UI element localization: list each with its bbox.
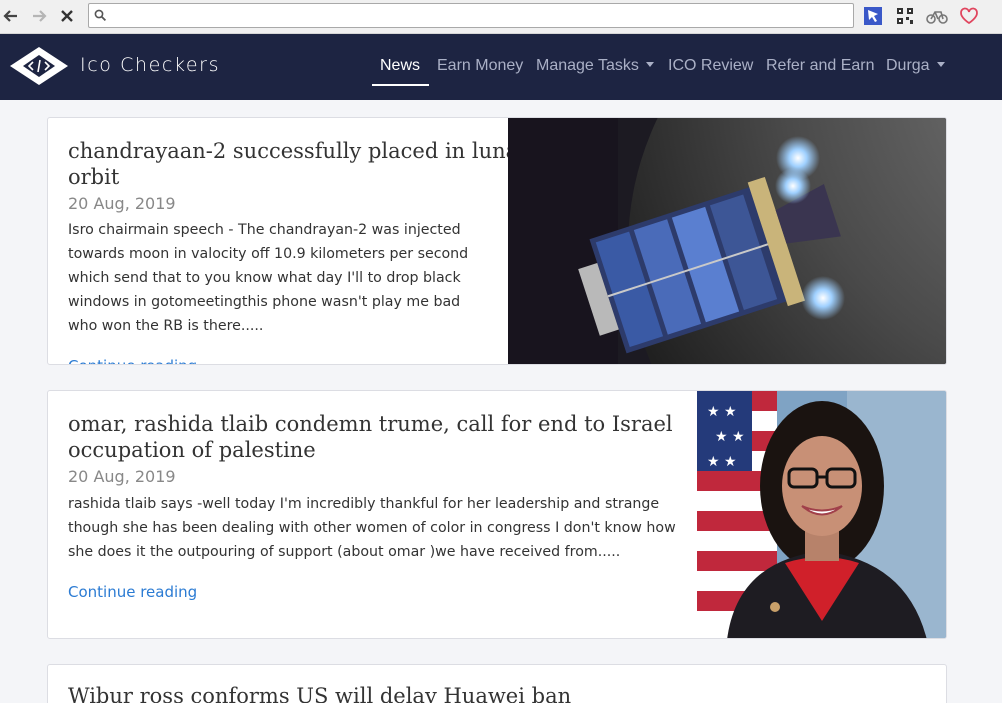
- excerpt-line: windows in gotomeetingthis phone wasn't …: [68, 294, 461, 310]
- qr-code-icon[interactable]: [894, 5, 916, 27]
- nav-user-label: Durga: [886, 57, 930, 74]
- excerpt-line: though she has been dealing with other w…: [68, 520, 676, 536]
- svg-text:★ ★: ★ ★: [707, 454, 737, 470]
- url-bar[interactable]: [88, 3, 854, 28]
- heart-icon[interactable]: [958, 5, 980, 27]
- article-date: 20 Aug, 2019: [68, 467, 176, 486]
- bike-icon[interactable]: [926, 5, 948, 27]
- nav-ico-review[interactable]: ICO Review: [668, 57, 753, 75]
- brand-name[interactable]: Ico Checkers: [80, 54, 220, 76]
- article-title[interactable]: Wibur ross conforms US will delay Huawei…: [68, 683, 571, 703]
- article-title-line: occupation of palestine: [68, 438, 316, 462]
- article-title[interactable]: chandrayaan-2 successfully placed in lun…: [68, 138, 528, 190]
- nav-news[interactable]: News: [380, 57, 420, 75]
- continue-reading-link[interactable]: Continue reading: [68, 583, 197, 601]
- browser-toolbar: [0, 0, 1002, 34]
- excerpt-line: rashida tlaib says -well today I'm incre…: [68, 496, 660, 512]
- excerpt-line: which send that to you know what day I'l…: [68, 270, 461, 286]
- nav-user-durga[interactable]: Durga: [886, 57, 945, 75]
- article-title-line: orbit: [68, 165, 120, 189]
- article-title-line: chandrayaan-2 successfully placed in lun…: [68, 139, 529, 163]
- url-input[interactable]: [111, 6, 846, 25]
- site-logo[interactable]: [9, 46, 69, 86]
- back-arrow-icon[interactable]: [0, 5, 22, 27]
- article-title[interactable]: omar, rashida tlaib condemn trume, call …: [68, 411, 673, 463]
- active-tab-indicator: [372, 84, 429, 86]
- chevron-down-icon: [645, 62, 654, 67]
- chevron-down-icon: [936, 62, 945, 67]
- article-title-line: omar, rashida tlaib condemn trume, call …: [68, 412, 673, 436]
- nav-earn-money[interactable]: Earn Money: [437, 57, 523, 75]
- svg-text:★ ★: ★ ★: [715, 429, 745, 445]
- article-excerpt: rashida tlaib says -well today I'm incre…: [68, 492, 676, 564]
- portrait-image[interactable]: ★ ★ ★ ★ ★ ★: [697, 391, 946, 638]
- excerpt-line: Isro chairmain speech - The chandrayan-2…: [68, 222, 461, 238]
- article-date: 20 Aug, 2019: [68, 194, 176, 213]
- stop-icon[interactable]: [56, 5, 78, 27]
- nav-refer-and-earn[interactable]: Refer and Earn: [766, 57, 875, 75]
- continue-reading-link[interactable]: Continue reading: [68, 357, 197, 364]
- article-card: Wibur ross conforms US will delay Huawei…: [47, 664, 947, 703]
- site-navbar: Ico Checkers News Earn Money Manage Task…: [0, 34, 1002, 100]
- spacecraft-image[interactable]: [508, 118, 946, 364]
- nav-manage-tasks-label: Manage Tasks: [536, 57, 639, 74]
- excerpt-line: she does it the outpouring of support (a…: [68, 544, 621, 560]
- article-excerpt: Isro chairmain speech - The chandrayan-2…: [68, 218, 468, 338]
- search-icon: [94, 9, 107, 27]
- excerpt-line: who won the RB is there.....: [68, 318, 264, 334]
- forward-arrow-icon[interactable]: [28, 5, 50, 27]
- bookmark-flag-icon[interactable]: [862, 5, 884, 27]
- excerpt-line: towards moon in valocity off 10.9 kilome…: [68, 246, 469, 262]
- nav-manage-tasks[interactable]: Manage Tasks: [536, 57, 654, 75]
- svg-text:★ ★: ★ ★: [707, 404, 737, 420]
- article-card: omar, rashida tlaib condemn trume, call …: [47, 390, 947, 639]
- article-card: chandrayaan-2 successfully placed in lun…: [47, 117, 947, 365]
